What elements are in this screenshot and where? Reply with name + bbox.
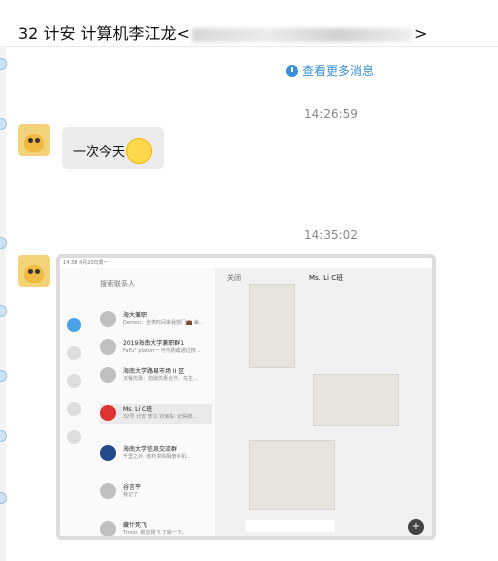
screenshot-input-box bbox=[245, 520, 335, 532]
screenshot-contact-panel: 搜索联系人 海大兼职 Demon：全类时间来我部门💼 兼... 2019海南大学兼… bbox=[60, 268, 216, 536]
screenshot-chat-area: 关闭 Ms. Li C班 + bbox=[215, 268, 432, 536]
left-edge-strip bbox=[0, 0, 6, 561]
handwritten-photo bbox=[313, 374, 399, 426]
screenshot-status-bar: 14:38 4月20日周一 bbox=[63, 260, 109, 266]
screenshot-contact-item: 海南大学信息交流群 千里之外: 南朴求购相册手机... bbox=[100, 444, 212, 464]
screenshot-contact-item: 谷言平 我记了 bbox=[100, 482, 212, 502]
screenshot-contact-item: Ms. Li C班 32号 计安 李江 刘海东: 记得按... bbox=[100, 404, 212, 424]
handwritten-photo bbox=[249, 440, 335, 510]
handwritten-photo bbox=[249, 284, 295, 368]
clock-icon bbox=[286, 64, 298, 77]
plus-icon: + bbox=[408, 519, 424, 535]
view-more-messages-link[interactable]: 查看更多消息 bbox=[286, 62, 374, 79]
sender-avatar[interactable] bbox=[18, 255, 50, 287]
contacts-nav-icon bbox=[67, 346, 81, 360]
screenshot-contact-item: 2019海南大学兼职群1 FaFu° platon一 可代购或通过搜... bbox=[100, 338, 212, 358]
history-nav-icon bbox=[67, 402, 81, 416]
cloud-nav-icon bbox=[67, 430, 81, 444]
title-divider bbox=[6, 46, 498, 47]
message-timestamp: 14:26:59 bbox=[304, 107, 358, 121]
chat-title-text: 32 计安 计算机李江龙< bbox=[18, 24, 190, 43]
screenshot-search-text: 搜索联系人 bbox=[100, 280, 135, 288]
chat-title-suffix: > bbox=[413, 24, 428, 43]
smiley-emoji-icon bbox=[126, 138, 152, 164]
sender-avatar[interactable] bbox=[18, 124, 50, 156]
screenshot-chat-title: Ms. Li C班 bbox=[309, 274, 344, 282]
chat-title-bar: 32 计安 计算机李江龙< > bbox=[0, 0, 498, 46]
screenshot-contact-item: 海大兼职 Demon：全类时间来我部门💼 兼... bbox=[100, 310, 212, 330]
chat-title: 32 计安 计算机李江龙< > bbox=[18, 20, 427, 44]
redacted-email bbox=[191, 27, 412, 42]
message-timestamp: 14:35:02 bbox=[304, 228, 358, 242]
screenshot-close-label: 关闭 bbox=[227, 274, 241, 282]
screenshot-image-message[interactable]: 14:38 4月20日周一 搜索联系人 海大兼职 Demon：全类时间来我部门💼 … bbox=[56, 254, 436, 540]
chat-nav-icon bbox=[67, 318, 81, 332]
star-nav-icon bbox=[67, 374, 81, 388]
message-text: 一次今天 bbox=[73, 145, 126, 160]
view-more-label: 查看更多消息 bbox=[302, 64, 375, 78]
screenshot-contact-item: 海南大学路易市场 II 区法餐优惠：拍摄优惠合作，先生... bbox=[100, 366, 212, 386]
screenshot-contact-item: 藏什死飞 Tmoo: 那应我飞 了就一下。 bbox=[100, 520, 212, 536]
